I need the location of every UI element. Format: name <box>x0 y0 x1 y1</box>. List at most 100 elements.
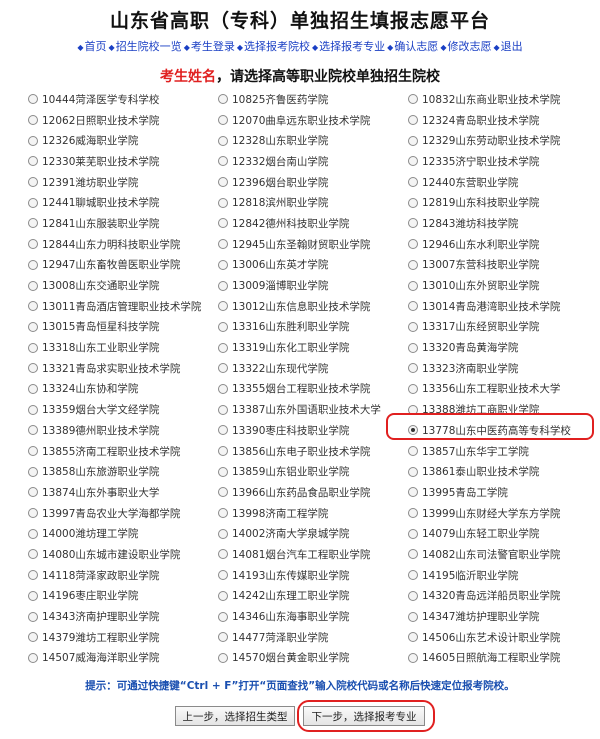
school-option[interactable]: 12841山东服装职业学院 <box>28 216 218 231</box>
school-radio[interactable] <box>218 652 228 663</box>
school-radio[interactable] <box>28 115 38 126</box>
school-option[interactable]: 12843潍坊科技学院 <box>408 216 598 231</box>
school-radio[interactable] <box>218 218 228 229</box>
school-option[interactable]: 13359烟台大学文经学院 <box>28 402 218 417</box>
school-radio[interactable] <box>218 404 228 415</box>
school-radio[interactable] <box>28 383 38 394</box>
nav-link-0[interactable]: ◆首页 <box>77 40 106 53</box>
school-radio[interactable] <box>408 611 418 622</box>
school-radio[interactable] <box>218 425 228 436</box>
school-option[interactable]: 13324山东协和学院 <box>28 381 218 396</box>
school-option[interactable]: 12391潍坊职业学院 <box>28 175 218 190</box>
school-radio[interactable] <box>28 466 38 477</box>
school-option[interactable]: 12070曲阜远东职业技术学院 <box>218 113 408 128</box>
school-option[interactable]: 14195临沂职业学院 <box>408 568 598 583</box>
school-option[interactable]: 13015青岛恒星科技学院 <box>28 319 218 334</box>
school-option[interactable]: 12947山东畜牧兽医职业学院 <box>28 257 218 272</box>
school-radio[interactable] <box>408 570 418 581</box>
school-option[interactable]: 13323济南职业学院 <box>408 361 598 376</box>
school-option[interactable]: 14605日照航海工程职业学院 <box>408 650 598 665</box>
school-option[interactable]: 14193山东传媒职业学院 <box>218 568 408 583</box>
school-radio[interactable] <box>28 446 38 457</box>
school-option[interactable]: 12328山东职业学院 <box>218 133 408 148</box>
school-option[interactable]: 13855济南工程职业技术学院 <box>28 444 218 459</box>
school-radio[interactable] <box>218 549 228 560</box>
school-radio[interactable] <box>28 363 38 374</box>
school-radio[interactable] <box>218 301 228 312</box>
nav-link-3[interactable]: ◆选择报考院校 <box>237 40 310 53</box>
school-radio[interactable] <box>28 321 38 332</box>
school-radio[interactable] <box>408 115 418 126</box>
school-option[interactable]: 13387山东外国语职业技术大学 <box>218 402 408 417</box>
school-radio[interactable] <box>408 239 418 250</box>
school-option[interactable]: 14118菏泽家政职业学院 <box>28 568 218 583</box>
school-option[interactable]: 13316山东胜利职业学院 <box>218 319 408 334</box>
school-radio[interactable] <box>408 342 418 353</box>
school-radio[interactable] <box>218 446 228 457</box>
school-option[interactable]: 13006山东英才学院 <box>218 257 408 272</box>
school-radio[interactable] <box>408 321 418 332</box>
school-radio[interactable] <box>28 590 38 601</box>
school-radio[interactable] <box>28 280 38 291</box>
school-radio[interactable] <box>218 135 228 146</box>
school-option[interactable]: 12335济宁职业技术学院 <box>408 154 598 169</box>
school-option[interactable]: 14347潍坊护理职业学院 <box>408 609 598 624</box>
school-radio[interactable] <box>408 259 418 270</box>
school-option[interactable]: 14506山东艺术设计职业学院 <box>408 630 598 645</box>
school-radio[interactable] <box>28 259 38 270</box>
school-radio[interactable] <box>28 508 38 519</box>
school-radio[interactable] <box>218 383 228 394</box>
school-radio[interactable] <box>218 156 228 167</box>
school-option[interactable]: 13858山东旅游职业学院 <box>28 464 218 479</box>
school-radio[interactable] <box>408 652 418 663</box>
school-radio[interactable] <box>28 652 38 663</box>
school-radio[interactable] <box>408 197 418 208</box>
school-radio[interactable] <box>28 404 38 415</box>
school-option[interactable]: 12946山东水利职业学院 <box>408 237 598 252</box>
school-option[interactable]: 12441聊城职业技术学院 <box>28 195 218 210</box>
school-radio[interactable] <box>218 197 228 208</box>
school-radio[interactable] <box>28 611 38 622</box>
school-option[interactable]: 13998济南工程学院 <box>218 506 408 521</box>
school-option[interactable]: 13010山东外贸职业学院 <box>408 278 598 293</box>
school-radio[interactable] <box>28 156 38 167</box>
school-radio[interactable] <box>218 321 228 332</box>
school-radio[interactable] <box>408 632 418 643</box>
school-radio[interactable] <box>28 528 38 539</box>
school-option[interactable]: 13389德州职业技术学院 <box>28 423 218 438</box>
school-radio[interactable] <box>408 177 418 188</box>
school-radio[interactable] <box>408 446 418 457</box>
school-radio[interactable] <box>218 363 228 374</box>
school-option[interactable]: 13356山东工程职业技术大学 <box>408 381 598 396</box>
school-option[interactable]: 14196枣庄职业学院 <box>28 588 218 603</box>
school-option[interactable]: 14379潍坊工程职业学院 <box>28 630 218 645</box>
school-radio[interactable] <box>218 570 228 581</box>
school-option[interactable]: 12330莱芜职业技术学院 <box>28 154 218 169</box>
school-radio[interactable] <box>218 280 228 291</box>
school-option[interactable]: 12332烟台南山学院 <box>218 154 408 169</box>
school-option[interactable]: 13355烟台工程职业技术学院 <box>218 381 408 396</box>
school-radio[interactable] <box>218 115 228 126</box>
school-radio[interactable] <box>218 342 228 353</box>
school-option[interactable]: 14570烟台黄金职业学院 <box>218 650 408 665</box>
school-option[interactable]: 13856山东电子职业技术学院 <box>218 444 408 459</box>
school-radio[interactable] <box>28 94 38 105</box>
school-radio[interactable] <box>218 487 228 498</box>
school-radio[interactable] <box>28 197 38 208</box>
school-option[interactable]: 13999山东财经大学东方学院 <box>408 506 598 521</box>
school-radio[interactable] <box>408 94 418 105</box>
school-radio[interactable] <box>218 466 228 477</box>
school-radio[interactable] <box>28 342 38 353</box>
school-option[interactable]: 14080山东城市建设职业学院 <box>28 547 218 562</box>
school-radio[interactable] <box>408 280 418 291</box>
school-option[interactable]: 14346山东海事职业学院 <box>218 609 408 624</box>
school-option[interactable]: 13390枣庄科技职业学院 <box>218 423 408 438</box>
school-option[interactable]: 13857山东华宇工学院 <box>408 444 598 459</box>
school-option[interactable]: 10832山东商业职业技术学院 <box>408 92 598 107</box>
school-option[interactable]: 12326威海职业学院 <box>28 133 218 148</box>
school-radio[interactable] <box>408 363 418 374</box>
school-radio[interactable] <box>408 218 418 229</box>
school-radio[interactable] <box>408 383 418 394</box>
school-option[interactable]: 13007东营科技职业学院 <box>408 257 598 272</box>
school-option[interactable]: 14081烟台汽车工程职业学院 <box>218 547 408 562</box>
